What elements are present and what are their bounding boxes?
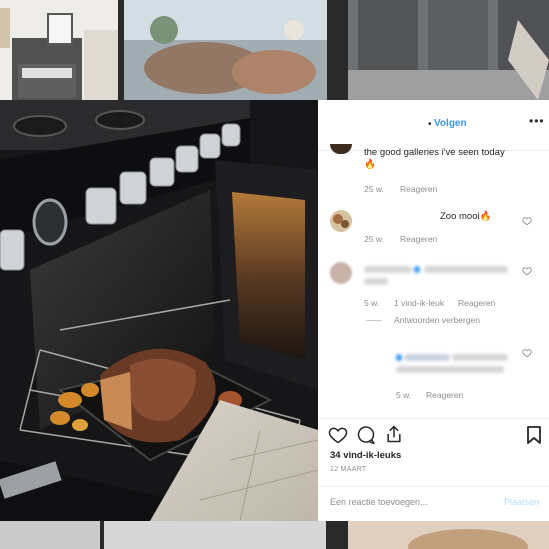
comment-age: 5 w. <box>364 298 380 308</box>
reply-link[interactable]: Reageren <box>400 184 437 194</box>
comment-age: 25 w. <box>364 184 384 194</box>
blurred-comment-text <box>364 278 388 285</box>
hide-replies-link[interactable]: Antwoorden verbergen <box>394 315 480 325</box>
blurred-reply-text <box>396 366 504 373</box>
comment-text: Zoo mooi🔥 <box>440 211 492 222</box>
post-date: 12 MAART <box>330 466 367 473</box>
like-comment-heart-icon[interactable] <box>522 216 532 226</box>
comment-input[interactable]: Een reactie toevoegen... <box>330 497 428 507</box>
follow-button[interactable]: Volgen <box>434 118 467 129</box>
blurred-mention <box>404 354 450 361</box>
comment-composer: Een reactie toevoegen... Plaatsen <box>318 486 549 522</box>
fire-emoji-icon: 🔥 <box>364 159 376 170</box>
reply-link[interactable]: Reageren <box>426 390 463 400</box>
feed-thumbnail-bottom-3[interactable] <box>348 521 549 549</box>
reply-link[interactable]: Reageren <box>400 234 437 244</box>
fire-emoji-icon: 🔥 <box>479 211 492 222</box>
like-comment-heart-icon[interactable] <box>522 348 532 358</box>
post-comment-button[interactable]: Plaatsen <box>504 497 539 507</box>
comment-likes-count[interactable]: 1 vind-ik-leuk <box>394 298 444 308</box>
mention-icon <box>396 354 402 361</box>
comment-text: the good galleries i've seen today <box>364 147 505 158</box>
verified-badge-icon <box>414 266 420 273</box>
share-icon[interactable] <box>384 424 404 444</box>
separator-dot: • <box>428 119 432 130</box>
blurred-username <box>364 266 412 273</box>
comment-icon[interactable] <box>356 425 376 445</box>
avatar[interactable] <box>330 144 352 154</box>
like-comment-heart-icon[interactable] <box>522 266 532 276</box>
more-options-icon[interactable]: ••• <box>529 114 545 128</box>
comment-age: 5 w. <box>396 390 412 400</box>
comment-age: 25 w. <box>364 234 384 244</box>
avatar[interactable] <box>330 210 352 232</box>
avatar[interactable] <box>330 262 352 284</box>
reply-link[interactable]: Reageren <box>458 298 495 308</box>
blurred-reply-text <box>452 354 508 361</box>
feed-thumbnail-bottom-2[interactable] <box>104 521 326 549</box>
save-bookmark-icon[interactable] <box>526 425 542 445</box>
likes-count[interactable]: 34 vind-ik-leuks <box>330 450 401 461</box>
feed-thumbnail-cabinets[interactable] <box>348 0 549 100</box>
feed-thumbnail-table[interactable] <box>124 0 327 100</box>
post-actions: 34 vind-ik-leuks 12 MAART <box>318 418 549 489</box>
like-heart-icon[interactable] <box>328 425 348 445</box>
post-photo <box>0 100 318 521</box>
feed-thumbnail-bottom-1[interactable] <box>0 521 100 549</box>
post-header: • Volgen ••• <box>318 100 549 151</box>
divider <box>366 320 382 321</box>
feed-thumbnail-kitchen[interactable] <box>0 0 118 100</box>
blurred-comment-text <box>424 266 508 273</box>
post-side-panel: • Volgen ••• the good galleries i've see… <box>318 100 549 521</box>
